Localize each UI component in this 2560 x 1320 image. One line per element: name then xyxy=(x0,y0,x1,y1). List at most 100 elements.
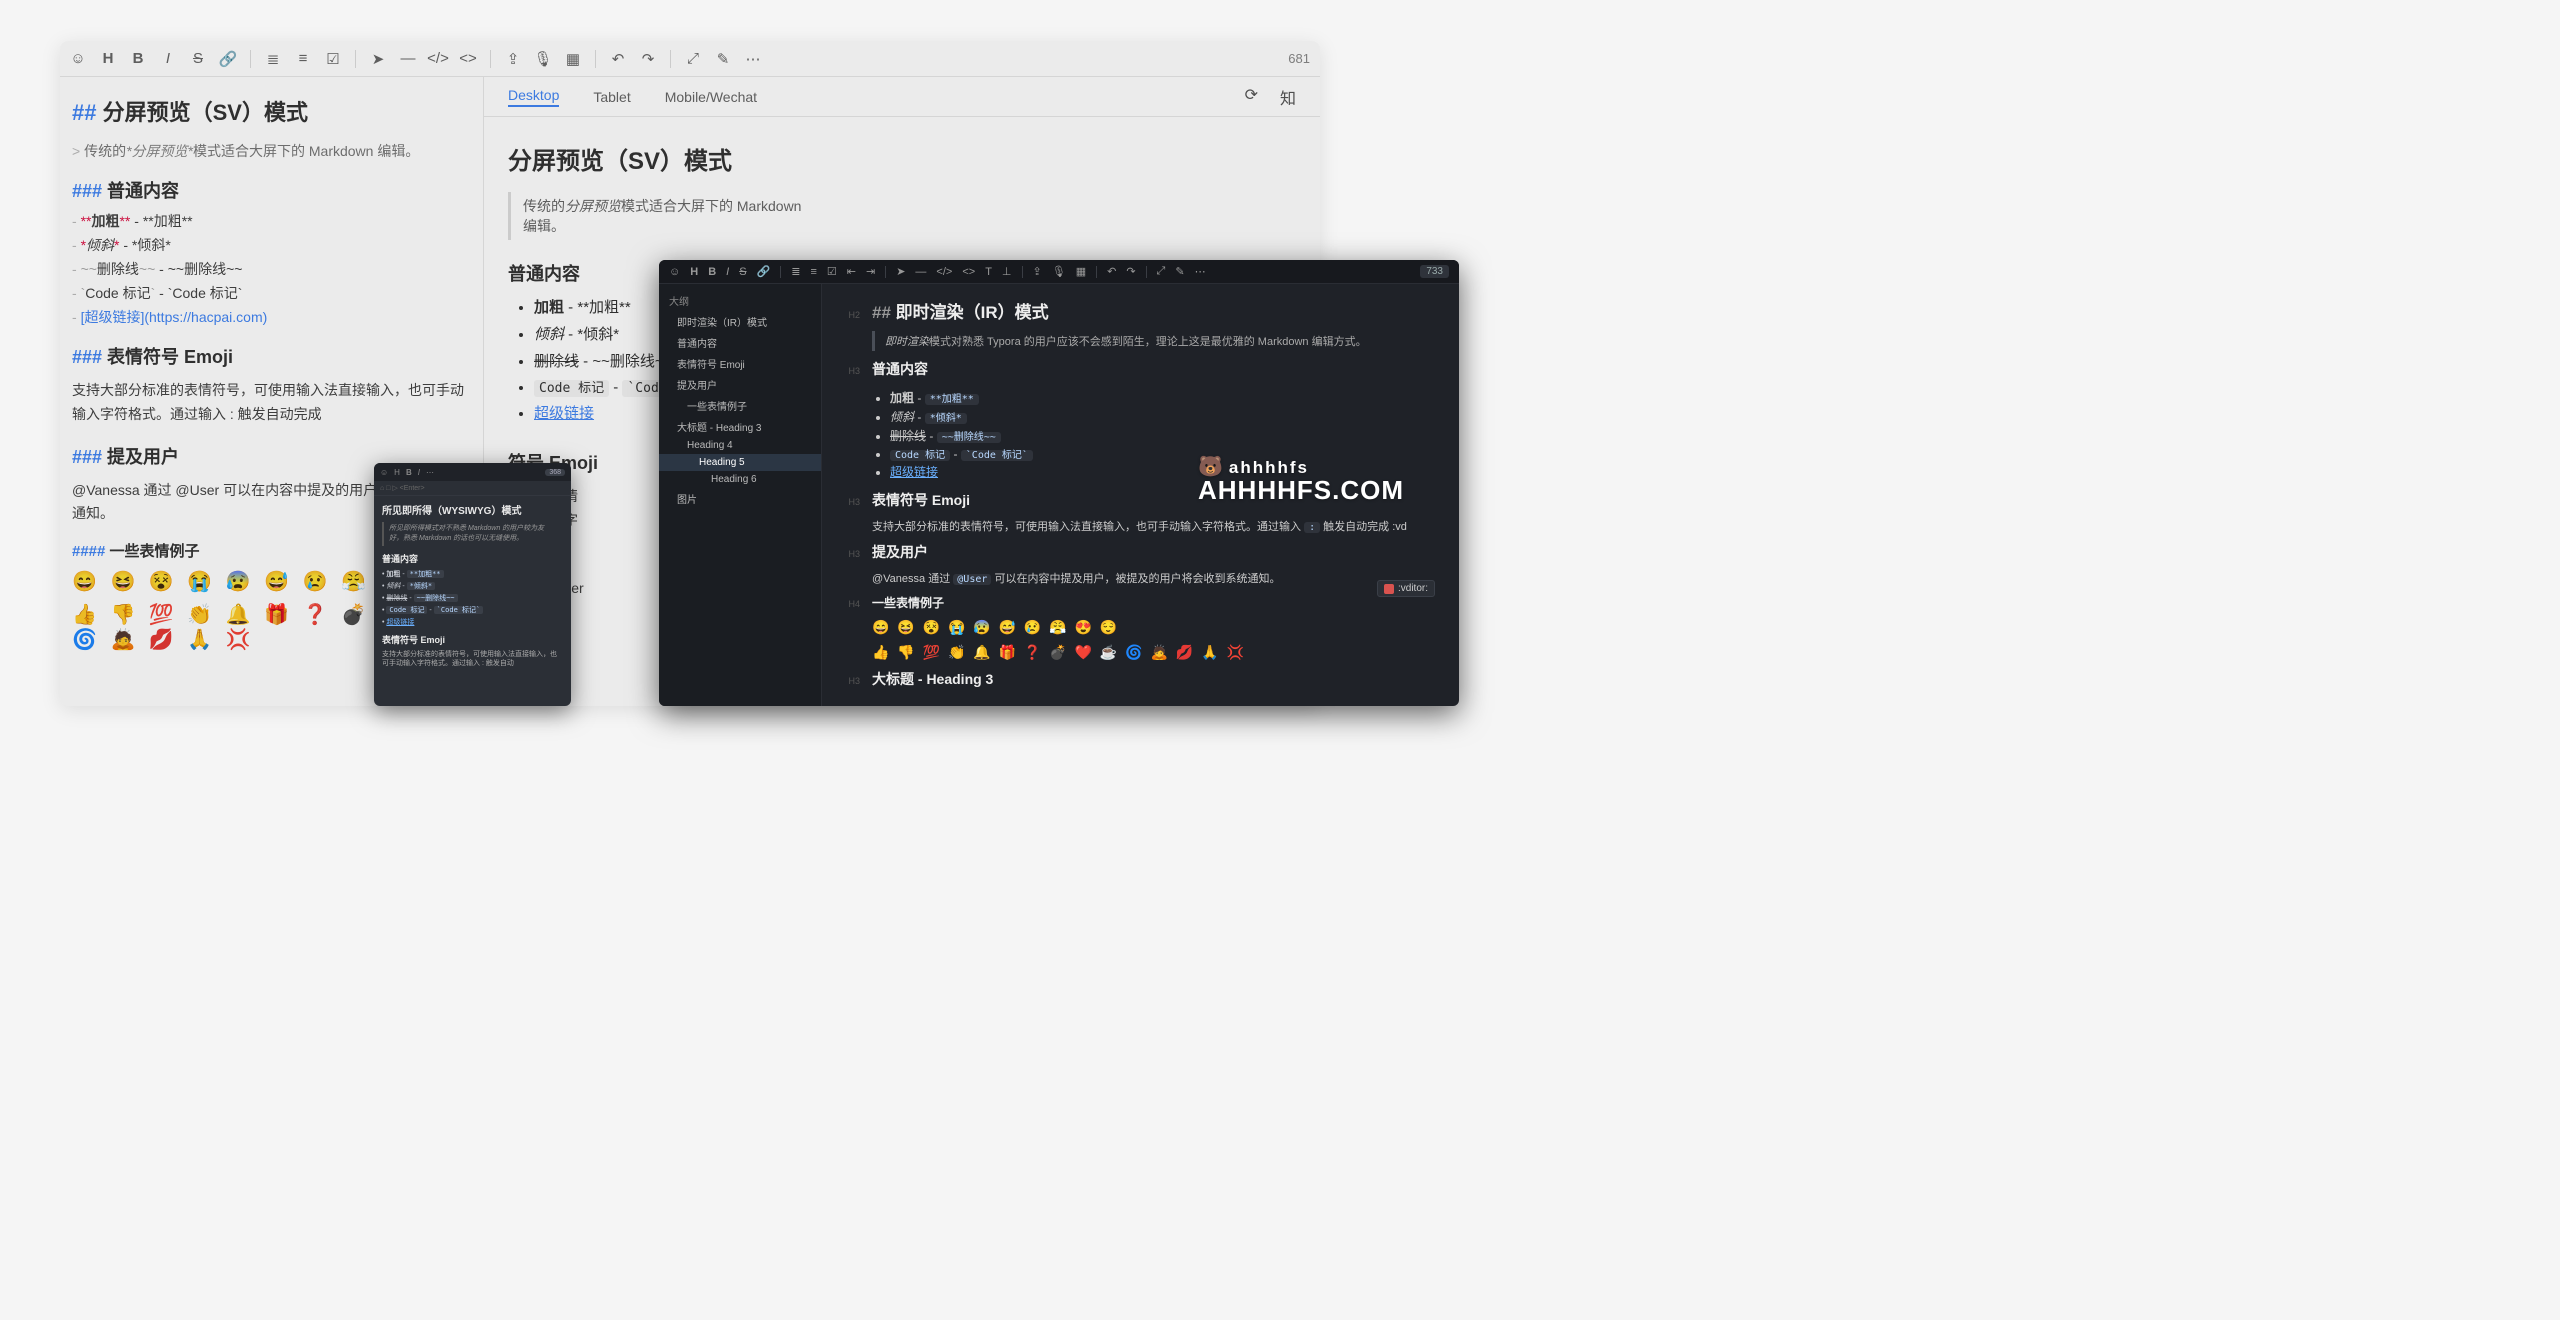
ir-quote: 即时渲染模式对熟悉 Typora 的用户应该不会感到陌生，理论上这是最优雅的 M… xyxy=(872,331,1377,351)
ir-emoji-row-2: 👍 👎 💯 👏 🔔 🎁 ❓ 💣 ❤️ ☕ 🌀 🙇 💋 🙏 💢 xyxy=(872,644,1246,661)
ir-emoji-row-1: 😄 😆 😵 😭 😰 😅 😢 😤 😍 😌 xyxy=(872,619,1119,636)
table-icon[interactable]: ▦ xyxy=(1076,265,1086,278)
vditor-badge: :vditor: xyxy=(1377,580,1435,597)
tab-mobile[interactable]: Mobile/Wechat xyxy=(665,89,757,105)
expand-icon[interactable]: ⤢ xyxy=(685,51,701,67)
ir-emoji-para: 支持大部分标准的表情符号，可使用输入法直接输入，也可手动输入字符格式。通过输入 … xyxy=(872,518,1407,534)
outline-item[interactable]: 一些表情例子 xyxy=(659,395,821,416)
wysiwyg-toolbar: ☺ H B I ⋯ 368 xyxy=(374,463,571,481)
checklist-icon[interactable]: ☑ xyxy=(827,265,837,278)
link-icon[interactable]: 🔗 xyxy=(220,51,236,67)
refresh-icon[interactable]: ⟳ xyxy=(1245,85,1258,109)
strike-icon[interactable]: S xyxy=(190,51,206,67)
send-icon[interactable]: ➤ xyxy=(370,51,386,67)
preview-link[interactable]: 超级链接 xyxy=(534,405,594,422)
sd-link[interactable]: 超级链接 xyxy=(386,619,414,626)
undo-icon[interactable]: ↶ xyxy=(610,51,626,67)
italic-icon[interactable]: I xyxy=(160,51,176,67)
more-icon[interactable]: ⋯ xyxy=(1195,265,1206,278)
emoji-icon[interactable]: ☺ xyxy=(380,468,388,477)
heading-icon[interactable]: H xyxy=(394,468,400,477)
insert-after-icon[interactable]: ⊥ xyxy=(1002,265,1012,278)
heading-icon[interactable]: H xyxy=(100,51,116,67)
bullet-list-icon[interactable]: ≣ xyxy=(265,51,281,67)
bold-icon[interactable]: B xyxy=(406,468,412,477)
upload-icon[interactable]: ⇪ xyxy=(1033,265,1042,278)
emoji-icon[interactable]: ☺ xyxy=(669,266,680,278)
ir-h3-heading3: 大标题 - Heading 3 xyxy=(872,669,993,689)
insert-before-icon[interactable]: T xyxy=(985,266,992,278)
code-icon[interactable]: </> xyxy=(936,266,952,278)
preview-h2: 分屏预览（SV）模式 xyxy=(508,141,820,176)
bold-icon[interactable]: B xyxy=(130,51,146,67)
redo-icon[interactable]: ↷ xyxy=(1126,265,1135,278)
ir-h2: ## 即时渲染（IR）模式 xyxy=(872,298,1049,323)
outline-item[interactable]: 普通内容 xyxy=(659,332,821,353)
ordered-list-icon[interactable]: ≡ xyxy=(295,51,311,67)
outline-item[interactable]: 即时渲染（IR）模式 xyxy=(659,311,821,332)
strike-icon[interactable]: S xyxy=(739,266,746,278)
inline-code-icon[interactable]: <> xyxy=(460,51,476,67)
italic-icon[interactable]: I xyxy=(418,468,420,477)
md-link[interactable]: [超级链接](https://hacpai.com) xyxy=(81,309,268,325)
zhihu-icon[interactable]: 知 xyxy=(1280,85,1296,109)
emoji-icon[interactable]: ☺ xyxy=(70,51,86,67)
outline-header: 大纲 xyxy=(659,290,821,311)
edit-mode-icon[interactable]: ✎ xyxy=(1175,265,1184,278)
send-icon[interactable]: ➤ xyxy=(896,265,905,278)
md-h3-emoji: ### 表情符号 Emoji xyxy=(72,343,471,369)
mic-icon[interactable]: 🎙 xyxy=(1052,265,1066,278)
ir-mode-window: ☺ H B I S 🔗 ≣ ≡ ☑ ⇤ ⇥ ➤ — </> <> T ⊥ ⇪ 🎙… xyxy=(659,260,1459,706)
outline-item[interactable]: 表情符号 Emoji xyxy=(659,353,821,374)
ir-link[interactable]: 超级链接 xyxy=(890,465,938,479)
table-icon[interactable]: ▦ xyxy=(565,51,581,67)
heading-icon[interactable]: H xyxy=(690,266,698,278)
ir-toolbar: ☺ H B I S 🔗 ≣ ≡ ☑ ⇤ ⇥ ➤ — </> <> T ⊥ ⇪ 🎙… xyxy=(659,260,1459,284)
hr-icon[interactable]: — xyxy=(915,266,926,278)
redo-icon[interactable]: ↷ xyxy=(640,51,656,67)
char-count: 368 xyxy=(545,469,565,476)
sd-h3-emoji: 表情符号 Emoji xyxy=(382,633,563,646)
preview-tabs: Desktop Tablet Mobile/Wechat ⟳ 知 xyxy=(484,77,1320,117)
outdent-icon[interactable]: ⇤ xyxy=(847,265,856,278)
wysiwyg-content[interactable]: 所见即所得（WYSIWYG）模式 所见即所得模式对不熟悉 Markdown 的用… xyxy=(374,496,571,675)
outline-item[interactable]: Heading 4 xyxy=(659,437,821,454)
link-icon[interactable]: 🔗 xyxy=(757,265,771,278)
mic-icon[interactable]: 🎙 xyxy=(535,51,551,67)
more-icon[interactable]: ⋯ xyxy=(745,51,761,67)
ir-list: 加粗 - **加粗** 倾斜 - *倾斜* 删除线 - ~~删除线~~ Code… xyxy=(872,387,1033,482)
ir-h4-emoji: 一些表情例子 xyxy=(872,594,944,611)
ir-h3-emoji: 表情符号 Emoji xyxy=(872,490,970,510)
sd-h3-common: 普通内容 xyxy=(382,552,563,565)
ir-h3-common: 普通内容 xyxy=(872,359,928,379)
sv-toolbar: ☺ H B I S 🔗 ≣ ≡ ☑ ➤ — </> <> ⇪ 🎙 ▦ ↶ ↷ ⤢… xyxy=(60,41,1320,77)
undo-icon[interactable]: ↶ xyxy=(1107,265,1116,278)
outline-item[interactable]: 提及用户 xyxy=(659,374,821,395)
outline-item[interactable]: Heading 5 xyxy=(659,454,821,471)
code-icon[interactable]: </> xyxy=(430,51,446,67)
checklist-icon[interactable]: ☑ xyxy=(325,51,341,67)
ir-content[interactable]: H2## 即时渲染（IR）模式 即时渲染模式对熟悉 Typora 的用户应该不会… xyxy=(822,284,1459,706)
outline-item[interactable]: Heading 6 xyxy=(659,471,821,488)
ordered-list-icon[interactable]: ≡ xyxy=(810,266,816,278)
wysiwyg-window: ☺ H B I ⋯ 368 ⌂ □ ▷ <Enter> 所见即所得（WYSIWY… xyxy=(374,463,571,706)
upload-icon[interactable]: ⇪ xyxy=(505,51,521,67)
outline-item[interactable]: 图片 xyxy=(659,488,821,509)
edit-mode-icon[interactable]: ✎ xyxy=(715,51,731,67)
inline-code-icon[interactable]: <> xyxy=(962,266,975,278)
sd-emoji-para: 支持大部分标准的表情符号，可使用输入法直接输入，也可手动输入字符格式。通过输入 … xyxy=(382,650,563,670)
char-count: 733 xyxy=(1420,265,1449,278)
bullet-list-icon[interactable]: ≣ xyxy=(791,265,800,278)
bold-icon[interactable]: B xyxy=(708,266,716,278)
ir-outline: 大纲 即时渲染（IR）模式普通内容表情符号 Emoji提及用户一些表情例子大标题… xyxy=(659,284,822,706)
expand-icon[interactable]: ⤢ xyxy=(1157,265,1166,278)
hr-icon[interactable]: — xyxy=(400,51,416,67)
tab-desktop[interactable]: Desktop xyxy=(508,87,559,107)
ir-h3-mention: 提及用户 xyxy=(872,542,928,562)
more-icon[interactable]: ⋯ xyxy=(426,468,434,477)
outline-item[interactable]: 大标题 - Heading 3 xyxy=(659,416,821,437)
indent-icon[interactable]: ⇥ xyxy=(866,265,875,278)
tab-tablet[interactable]: Tablet xyxy=(593,89,630,105)
md-emoji-para: 支持大部分标准的表情符号，可使用输入法直接输入，也可手动输入字符格式。通过输入 … xyxy=(72,379,471,427)
italic-icon[interactable]: I xyxy=(726,266,729,278)
